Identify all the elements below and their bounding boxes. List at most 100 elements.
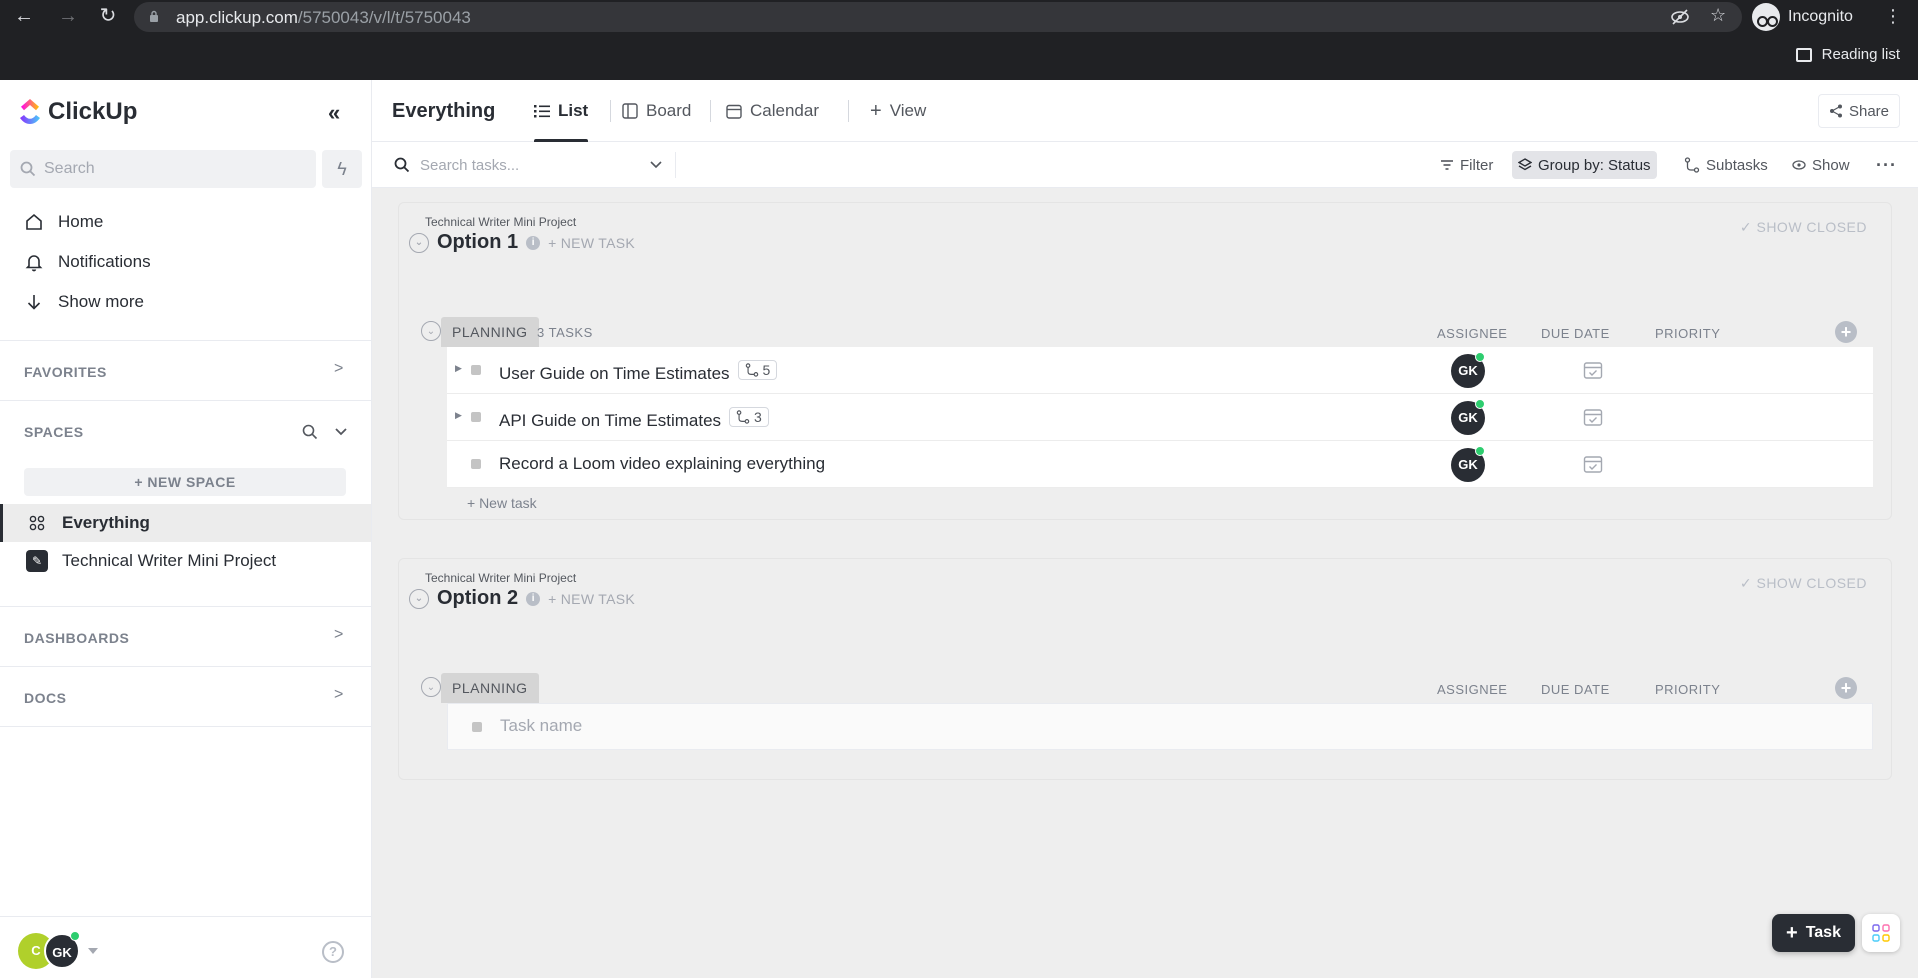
list-title-text[interactable]: Option 2	[437, 587, 518, 610]
incognito-icon	[1752, 3, 1780, 31]
sidebar-item-show-more[interactable]: Show more	[24, 288, 144, 316]
collapse-sidebar-icon[interactable]: «	[328, 100, 340, 126]
home-icon	[26, 213, 42, 230]
show-closed-button[interactable]: ✓ SHOW CLOSED	[1740, 219, 1867, 236]
subtasks-icon	[1684, 157, 1700, 173]
favorites-title[interactable]: FAVORITES	[24, 364, 107, 380]
dashboards-title[interactable]: DASHBOARDS	[24, 630, 129, 646]
quick-actions-bolt-icon[interactable]: ϟ	[322, 150, 362, 188]
info-icon[interactable]: i	[526, 591, 541, 606]
filter-label: Filter	[1460, 156, 1494, 174]
tab-list[interactable]: List	[534, 80, 589, 142]
incognito-profile[interactable]: Incognito	[1752, 2, 1853, 32]
table-row[interactable]: Record a Loom video explaining everythin…	[447, 441, 1873, 488]
chevron-right-icon[interactable]: >	[334, 686, 343, 704]
add-column-icon[interactable]: +	[1835, 321, 1857, 343]
calendar-icon	[726, 104, 742, 119]
sidebar-item-label: Technical Writer Mini Project	[62, 551, 277, 570]
reload-icon[interactable]: ↻	[96, 4, 120, 28]
sidebar-item-technical-writer-mini-project[interactable]: ✎ Technical Writer Mini Project	[0, 542, 371, 580]
new-task-link[interactable]: + NEW TASK	[548, 235, 635, 251]
subtasks-button[interactable]: Subtasks	[1678, 151, 1774, 179]
expand-subtasks-icon[interactable]: ▶	[455, 363, 462, 374]
show-closed-button[interactable]: ✓ SHOW CLOSED	[1740, 575, 1867, 592]
task-name[interactable]: Record a Loom video explaining everythin…	[499, 454, 825, 474]
star-icon[interactable]: ☆	[1710, 5, 1726, 26]
subtasks-icon	[736, 410, 750, 424]
group-by-button[interactable]: Group by: Status	[1512, 151, 1657, 179]
task-name[interactable]: User Guide on Time Estimates 5	[499, 360, 778, 384]
chevron-down-icon[interactable]	[650, 161, 662, 169]
task-name-input[interactable]	[500, 716, 1500, 736]
sidebar-item-home[interactable]: Home	[24, 208, 103, 236]
clickup-logo[interactable]: ClickUp	[18, 98, 137, 126]
column-header-assignee[interactable]: ASSIGNEE	[1437, 326, 1507, 341]
table-row[interactable]: ▶ API Guide on Time Estimates 3 GK	[447, 394, 1873, 441]
sidebar-search[interactable]	[10, 150, 316, 188]
status-pill-planning[interactable]: PLANNING	[441, 673, 539, 703]
subtask-count-badge[interactable]: 3	[729, 407, 769, 427]
task-name-text: User Guide on Time Estimates	[499, 364, 730, 383]
forward-arrow-icon[interactable]: →	[56, 4, 80, 28]
task-name[interactable]: API Guide on Time Estimates 3	[499, 407, 769, 431]
status-pill-planning[interactable]: PLANNING	[441, 317, 539, 347]
task-search[interactable]	[394, 152, 676, 178]
chevron-right-icon[interactable]: >	[334, 360, 343, 378]
status-square[interactable]	[471, 412, 481, 422]
share-button[interactable]: Share	[1817, 94, 1900, 128]
eye-off-icon[interactable]	[1670, 8, 1690, 26]
layers-icon	[1518, 158, 1532, 171]
column-header-assignee[interactable]: ASSIGNEE	[1437, 682, 1507, 697]
due-date-calendar-icon[interactable]	[1583, 407, 1603, 427]
status-square[interactable]	[471, 459, 481, 469]
address-bar[interactable]: app.clickup.com/5750043/v/l/t/5750043	[134, 2, 1742, 32]
new-task-link[interactable]: + NEW TASK	[548, 591, 635, 607]
help-icon[interactable]: ?	[322, 941, 344, 963]
collapse-group-icon[interactable]: ⌄	[421, 321, 441, 341]
reading-list-button[interactable]: Reading list	[1795, 46, 1900, 63]
column-header-due-date[interactable]: DUE DATE	[1541, 326, 1610, 341]
chevron-right-icon[interactable]: >	[334, 626, 343, 644]
table-row[interactable]: ▶ User Guide on Time Estimates 5 GK	[447, 347, 1873, 394]
tab-board[interactable]: Board	[622, 80, 691, 142]
spaces-title[interactable]: SPACES	[24, 424, 84, 440]
docs-title[interactable]: DOCS	[24, 690, 66, 706]
task-search-input[interactable]	[420, 156, 640, 174]
sidebar-item-everything[interactable]: Everything	[0, 504, 371, 542]
sidebar-item-label: Show more	[58, 292, 144, 311]
due-date-calendar-icon[interactable]	[1583, 454, 1603, 474]
collapse-list-icon[interactable]: ⌄	[409, 232, 429, 253]
filter-button[interactable]: Filter	[1434, 151, 1499, 179]
new-task-fab[interactable]: + Task	[1772, 914, 1855, 952]
apps-grid-button[interactable]	[1862, 914, 1900, 952]
list-project-label: Technical Writer Mini Project	[425, 571, 577, 585]
show-button[interactable]: Show	[1786, 151, 1856, 179]
more-options-icon[interactable]: ···	[1870, 151, 1903, 179]
subtask-count-badge[interactable]: 5	[737, 360, 778, 380]
due-date-calendar-icon[interactable]	[1583, 360, 1603, 380]
add-view-button[interactable]: + View	[870, 80, 926, 142]
browser-menu-icon[interactable]: ⋮	[1884, 6, 1902, 27]
caret-down-icon[interactable]	[88, 948, 98, 954]
status-square[interactable]	[471, 365, 481, 375]
tab-calendar[interactable]: Calendar	[726, 80, 819, 142]
back-arrow-icon[interactable]: ←	[12, 4, 36, 28]
list-option-2: Technical Writer Mini Project ⌄ Option 2…	[398, 558, 1892, 780]
info-icon[interactable]: i	[526, 235, 541, 250]
expand-subtasks-icon[interactable]: ▶	[455, 410, 462, 421]
plus-icon: +	[1786, 921, 1798, 944]
add-column-icon[interactable]: +	[1835, 677, 1857, 699]
sidebar-search-input[interactable]	[44, 160, 284, 178]
search-spaces-icon[interactable]	[302, 424, 318, 440]
collapse-group-icon[interactable]: ⌄	[421, 677, 441, 697]
chevron-down-icon[interactable]	[334, 426, 348, 438]
status-square[interactable]	[472, 722, 482, 732]
new-space-button[interactable]: + NEW SPACE	[24, 468, 346, 496]
collapse-list-icon[interactable]: ⌄	[409, 588, 429, 609]
add-new-task-button[interactable]: + New task	[467, 495, 537, 511]
column-header-due-date[interactable]: DUE DATE	[1541, 682, 1610, 697]
column-header-priority[interactable]: PRIORITY	[1655, 326, 1720, 341]
list-title-text[interactable]: Option 1	[437, 231, 518, 254]
sidebar-item-notifications[interactable]: Notifications	[24, 248, 151, 276]
column-header-priority[interactable]: PRIORITY	[1655, 682, 1720, 697]
